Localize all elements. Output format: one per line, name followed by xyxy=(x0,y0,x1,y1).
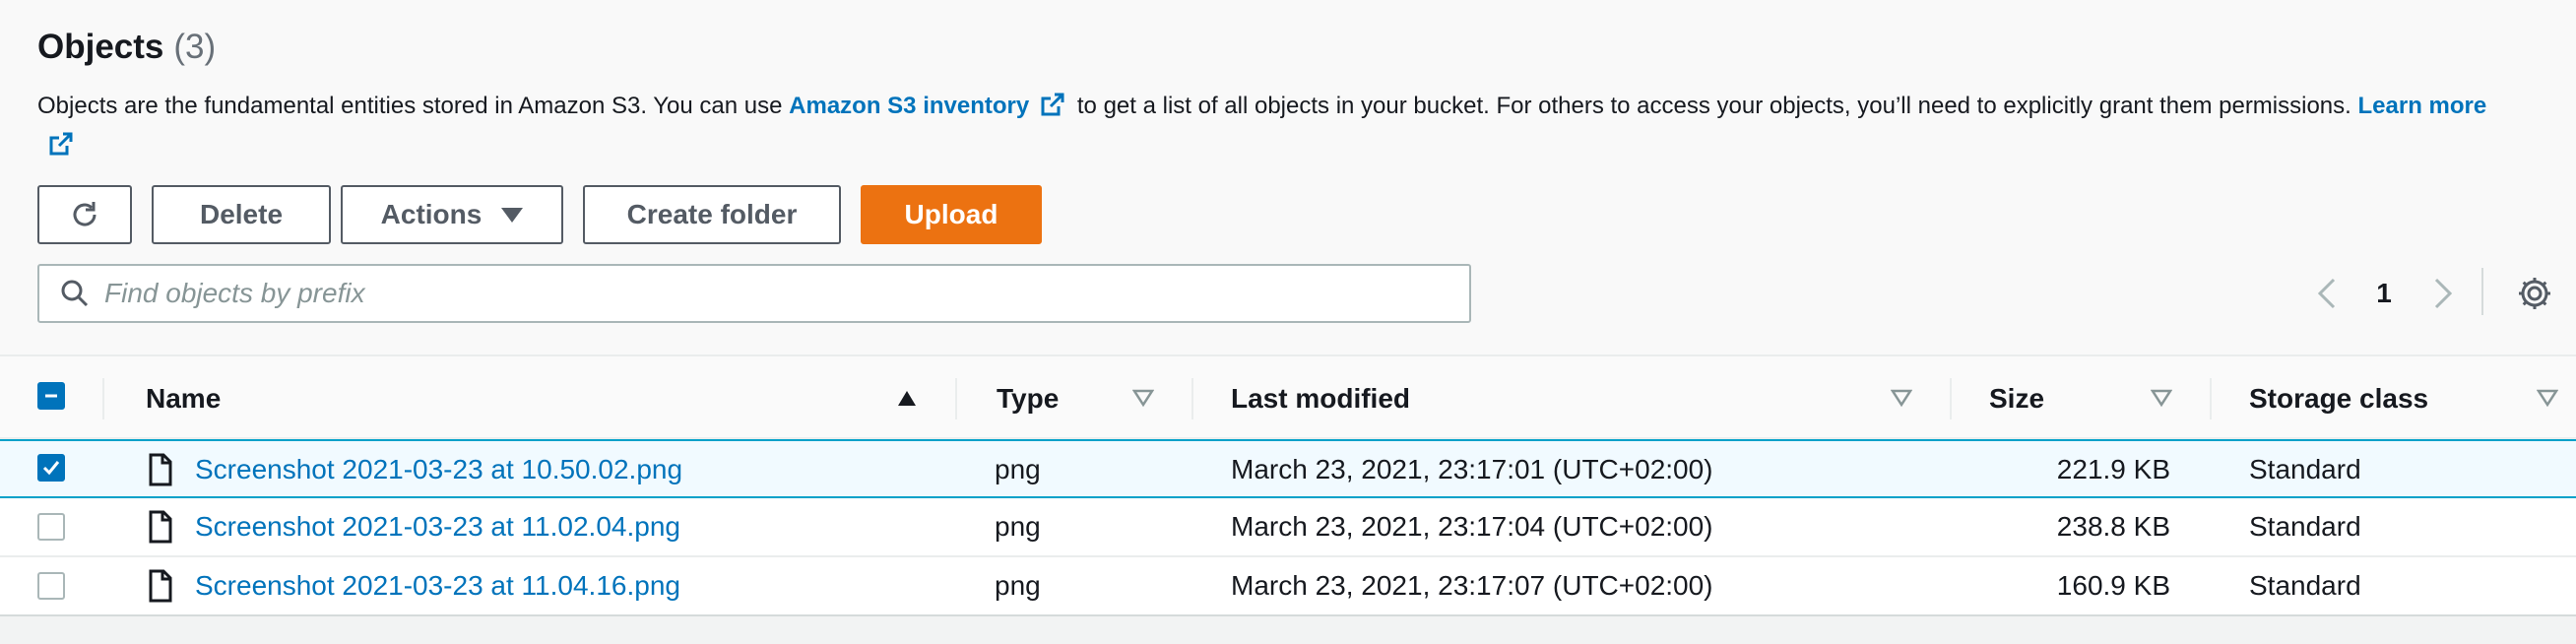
page-number[interactable]: 1 xyxy=(2369,274,2399,313)
object-size: 221.9 KB xyxy=(2056,454,2170,484)
column-separator xyxy=(2210,378,2212,419)
upload-button[interactable]: Upload xyxy=(861,185,1042,244)
object-storage-class: Standard xyxy=(2249,511,2361,542)
object-size: 160.9 KB xyxy=(2056,570,2170,601)
object-storage-class: Standard xyxy=(2249,570,2361,601)
column-storage-class-label: Storage class xyxy=(2249,383,2429,414)
object-type: png xyxy=(995,570,1041,601)
object-name-link[interactable]: Screenshot 2021-03-23 at 10.50.02.png xyxy=(195,441,682,498)
file-icon xyxy=(149,569,172,603)
s3-inventory-link-label: Amazon S3 inventory xyxy=(789,93,1030,119)
file-icon-cell xyxy=(148,557,173,614)
file-icon-cell xyxy=(148,441,173,498)
external-link-icon xyxy=(49,132,73,156)
create-folder-button[interactable]: Create folder xyxy=(583,185,841,244)
row-checkbox[interactable] xyxy=(37,513,65,541)
object-type: png xyxy=(995,454,1041,484)
column-header-last-modified[interactable]: Last modified xyxy=(1231,356,1410,441)
sort-icon[interactable] xyxy=(1132,388,1154,408)
column-separator xyxy=(102,378,104,419)
actions-dropdown-button[interactable]: Actions xyxy=(341,185,563,244)
object-count: (3) xyxy=(173,28,217,66)
column-last-modified-label: Last modified xyxy=(1231,383,1411,414)
select-all-checkbox[interactable] xyxy=(37,382,65,410)
settings-gear-icon[interactable] xyxy=(2515,274,2554,313)
next-page-icon[interactable] xyxy=(2424,274,2460,313)
caret-down-icon xyxy=(501,207,524,223)
indeterminate-icon xyxy=(45,394,57,398)
description-text-2: to get a list of all objects in your buc… xyxy=(1070,93,2358,119)
bottom-divider xyxy=(0,614,2576,644)
objects-description: Objects are the fundamental entities sto… xyxy=(37,87,2499,165)
actions-label: Actions xyxy=(380,199,483,229)
external-link-icon xyxy=(1041,93,1064,116)
search-input[interactable] xyxy=(104,278,1444,309)
sort-icon[interactable] xyxy=(1891,388,1912,408)
column-header-storage-class[interactable]: Storage class xyxy=(2249,356,2428,441)
objects-header: Objects (3) xyxy=(37,28,216,71)
delete-button[interactable]: Delete xyxy=(152,185,331,244)
table-row[interactable]: Screenshot 2021-03-23 at 11.02.04.png pn… xyxy=(0,498,2576,557)
column-type-label: Type xyxy=(997,383,1060,414)
object-type: png xyxy=(995,511,1041,542)
object-last-modified: March 23, 2021, 23:17:04 (UTC+02:00) xyxy=(1231,511,1713,542)
object-size: 238.8 KB xyxy=(2056,511,2170,542)
table-row[interactable]: Screenshot 2021-03-23 at 10.50.02.png pn… xyxy=(0,439,2576,498)
sort-icon[interactable] xyxy=(2151,388,2172,408)
object-name-link[interactable]: Screenshot 2021-03-23 at 11.02.04.png xyxy=(195,498,680,555)
refresh-icon xyxy=(73,202,97,226)
column-separator xyxy=(1950,378,1952,419)
sort-icon[interactable] xyxy=(2537,388,2558,408)
checkmark-icon xyxy=(42,461,60,476)
file-icon xyxy=(149,510,172,544)
object-storage-class: Standard xyxy=(2249,454,2361,484)
column-separator xyxy=(955,378,957,419)
object-last-modified: March 23, 2021, 23:17:01 (UTC+02:00) xyxy=(1231,454,1713,484)
file-icon xyxy=(149,453,172,486)
object-last-modified: March 23, 2021, 23:17:07 (UTC+02:00) xyxy=(1231,570,1713,601)
column-header-type[interactable]: Type xyxy=(997,356,1059,441)
column-header-size[interactable]: Size xyxy=(1989,356,2044,441)
sort-ascending-icon[interactable] xyxy=(896,388,918,408)
row-checkbox[interactable] xyxy=(37,454,65,482)
object-name-link[interactable]: Screenshot 2021-03-23 at 11.04.16.png xyxy=(195,557,680,614)
search-field[interactable] xyxy=(37,264,1471,323)
previous-page-icon[interactable] xyxy=(2310,274,2346,313)
column-size-label: Size xyxy=(1989,383,2045,414)
table-header: Name Type Last modified Size Storage cla… xyxy=(0,354,2576,439)
refresh-button[interactable] xyxy=(37,185,132,244)
search-icon xyxy=(61,280,89,307)
objects-table: Name Type Last modified Size Storage cla… xyxy=(0,354,2576,616)
column-header-name[interactable]: Name xyxy=(146,356,221,441)
file-icon-cell xyxy=(148,498,173,555)
page-title: Objects xyxy=(37,28,164,66)
s3-inventory-link[interactable]: Amazon S3 inventory xyxy=(789,93,1070,119)
description-text-1: Objects are the fundamental entities sto… xyxy=(37,93,790,119)
column-name-label: Name xyxy=(146,383,222,414)
learn-more-label: Learn more xyxy=(2357,93,2487,119)
pagination-divider xyxy=(2481,268,2483,315)
row-checkbox[interactable] xyxy=(37,572,65,600)
objects-panel: Objects (3) Objects are the fundamental … xyxy=(0,0,2576,644)
column-separator xyxy=(1191,378,1193,419)
table-row[interactable]: Screenshot 2021-03-23 at 11.04.16.png pn… xyxy=(0,557,2576,616)
